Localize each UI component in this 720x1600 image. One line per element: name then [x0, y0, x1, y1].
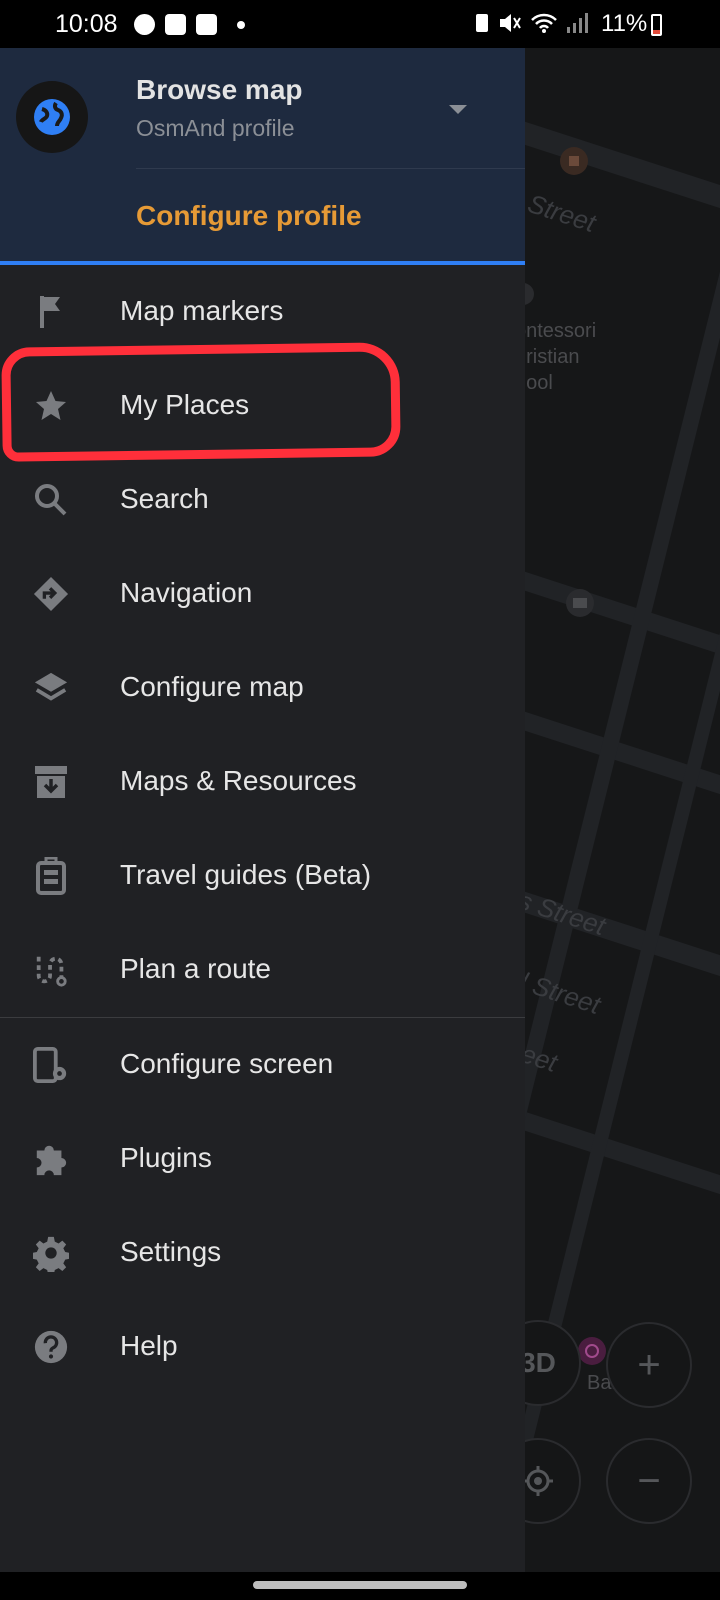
signal-icon [567, 13, 588, 33]
battery-percent: 11% [601, 10, 648, 37]
chevron-down-icon[interactable] [449, 105, 467, 114]
bakery-poi-icon [578, 1337, 606, 1365]
menu-item-label: Map markers [120, 295, 284, 326]
menu-item-label: Settings [120, 1236, 222, 1267]
navigation-drawer: Browse map OsmAnd profile Configure prof… [0, 48, 525, 1600]
3d-button[interactable]: 3D [525, 1320, 581, 1406]
school-poi-icon [525, 283, 534, 305]
menu-item-plugins[interactable]: Plugins [0, 1112, 525, 1206]
battery-icon [651, 14, 662, 36]
menu-item-label: Configure screen [120, 1048, 334, 1079]
zoom-in-button[interactable]: + [606, 1322, 692, 1408]
map-street-label: Street [525, 188, 600, 239]
profile-title: Browse map [136, 74, 303, 105]
flag-icon [33, 294, 69, 330]
download-box-icon [33, 764, 69, 800]
menu-item-label: Navigation [120, 577, 253, 608]
menu-item-travel-guides[interactable]: Travel guides (Beta) [0, 829, 525, 923]
map-poi-icon [560, 147, 588, 175]
mute-icon [500, 14, 521, 32]
alert-icon [196, 14, 217, 35]
menu-item-configure-map[interactable]: Configure map [0, 641, 525, 735]
messenger-icon [134, 14, 155, 35]
menu-item-plan-route[interactable]: Plan a route [0, 923, 525, 1017]
menu-item-settings[interactable]: Settings [0, 1206, 525, 1300]
puzzle-icon [33, 1141, 69, 1177]
menu-item-label: Travel guides (Beta) [120, 859, 372, 890]
map-poi-label: hristian [525, 346, 580, 368]
globe-icon [34, 99, 70, 135]
menu-item-label: Maps & Resources [120, 765, 357, 796]
my-location-button[interactable] [525, 1438, 581, 1524]
school-poi-icon-2 [566, 589, 594, 617]
home-indicator[interactable] [253, 1581, 467, 1589]
luggage-icon [33, 857, 69, 895]
menu-item-label: Plugins [120, 1142, 212, 1173]
profile-subtitle: OsmAnd profile [136, 115, 295, 141]
screen-settings-icon [33, 1047, 69, 1083]
menu-item-help[interactable]: Help [0, 1300, 525, 1394]
search-icon [33, 482, 69, 518]
gallery-icon [165, 14, 186, 35]
menu-item-maps-resources[interactable]: Maps & Resources [0, 735, 525, 829]
map-poi-label: hool [525, 372, 553, 394]
menu-item-navigation[interactable]: Navigation [0, 547, 525, 641]
battery-saver-icon [476, 14, 488, 32]
configure-profile-button[interactable]: Configure profile [136, 200, 362, 232]
status-time: 10:08 [55, 10, 118, 38]
menu-item-label: Plan a route [120, 953, 271, 984]
menu-item-configure-screen[interactable]: Configure screen [0, 1018, 525, 1112]
notification-dot-icon [237, 20, 245, 29]
menu-item-search[interactable]: Search [0, 453, 525, 547]
route-icon [33, 952, 69, 988]
annotation-highlight [1, 342, 401, 462]
menu-item-label: Search [120, 483, 209, 514]
status-bar: 10:08 11% [0, 0, 720, 48]
help-icon [33, 1329, 69, 1365]
wifi-icon [531, 13, 557, 33]
map-view[interactable]: Street ontessori hristian hool s Street … [525, 48, 720, 1580]
zoom-out-button[interactable]: − [606, 1438, 692, 1524]
layers-icon [33, 670, 69, 706]
map-poi-label: ontessori [525, 320, 597, 342]
profile-header[interactable]: Browse map OsmAnd profile Configure prof… [0, 48, 525, 265]
gear-icon [33, 1235, 69, 1272]
crosshair-icon [525, 1466, 553, 1496]
navigation-icon [33, 576, 69, 612]
menu-item-label: Configure map [120, 671, 304, 702]
menu-item-label: Help [120, 1330, 178, 1361]
header-divider [136, 168, 525, 169]
profile-avatar[interactable] [16, 81, 88, 153]
